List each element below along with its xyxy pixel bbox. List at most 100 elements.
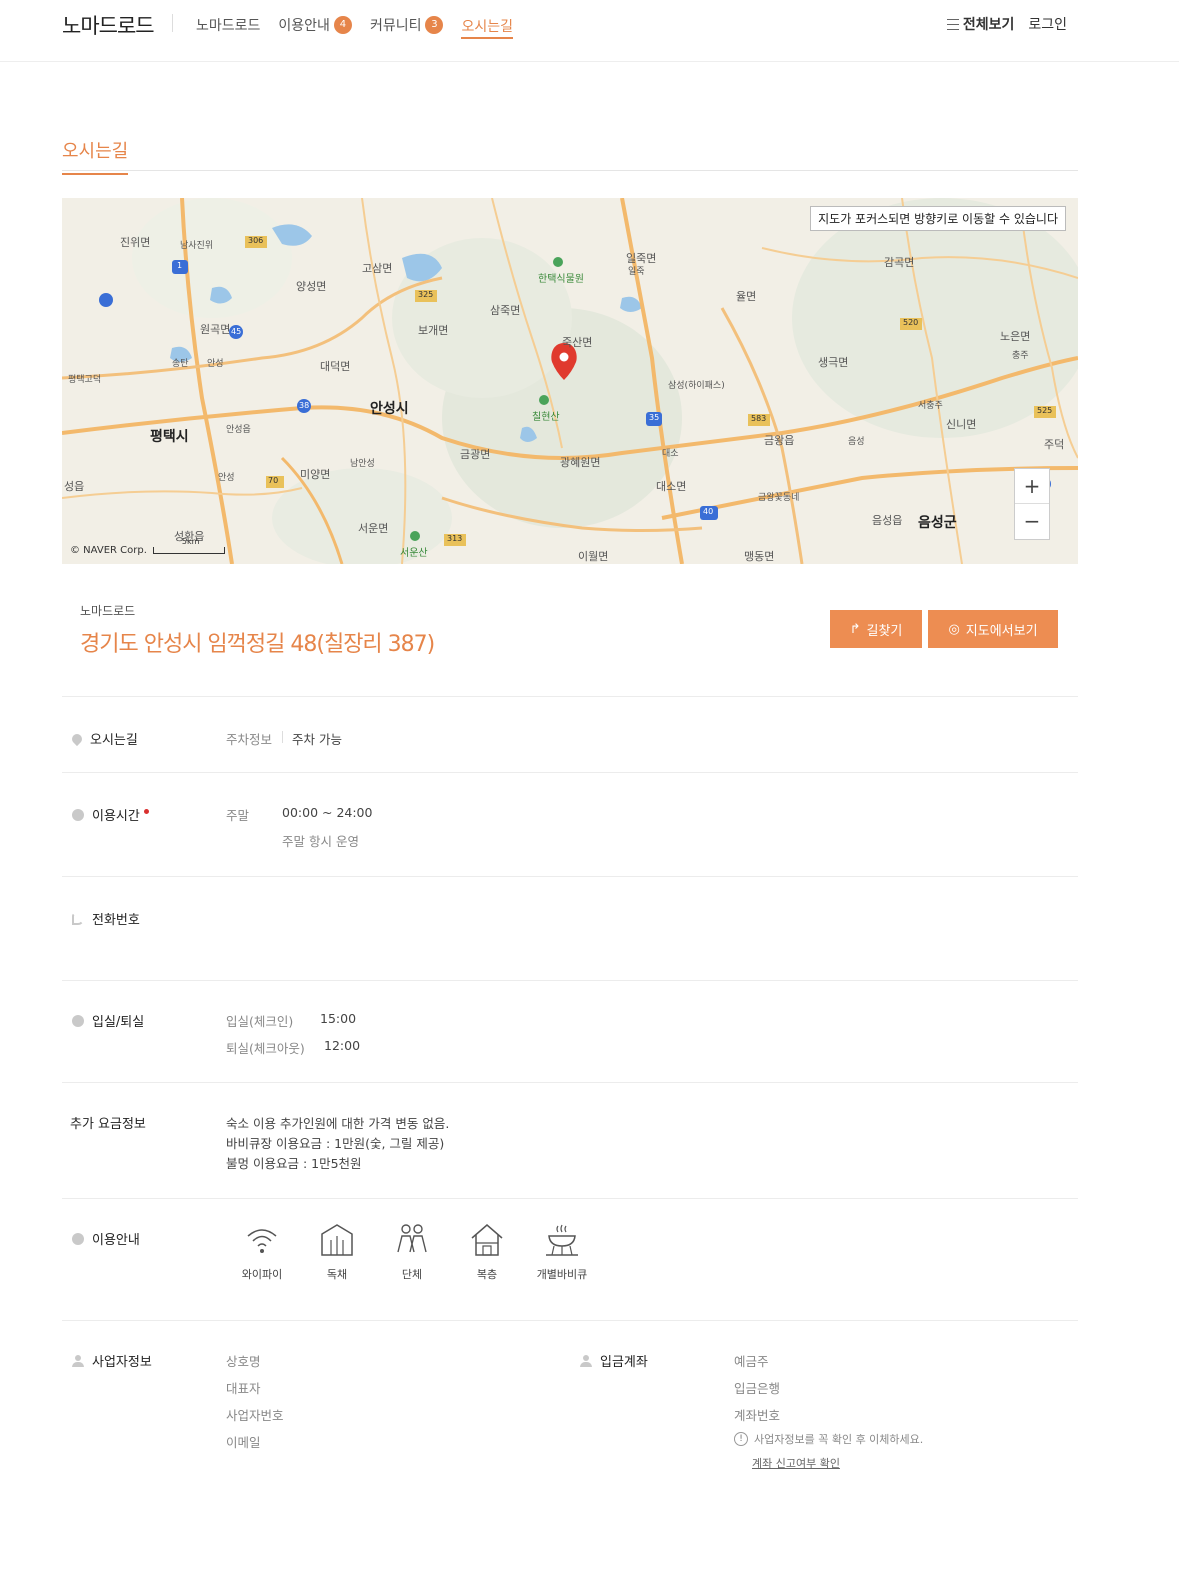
phone-icon (72, 912, 84, 925)
place-name: 노마드로드 (80, 604, 136, 618)
map-label: 율면 (736, 290, 757, 303)
map-label: 음성읍 (872, 514, 903, 527)
map-label: 금왕꽃동네 (758, 493, 800, 503)
map-label: 양성면 (296, 280, 327, 293)
map-city-label: 평택시 (150, 429, 189, 445)
row-label-text: 입금계좌 (600, 1355, 648, 1370)
map-city-label: 음성군 (918, 515, 957, 531)
facility-label: 복층 (476, 1268, 498, 1281)
facility-wifi: 와이파이 (225, 1222, 299, 1282)
map-view[interactable]: 진위면 남사진위 고삼면 양성면 원곡면 대덕면 안성시 평택시 안성 미양면 … (62, 198, 1078, 564)
route-number: 583 (751, 414, 767, 423)
map-label: 음성 (848, 437, 865, 447)
map-label: 죽산면 (562, 336, 593, 349)
business-key: 이메일 (226, 1435, 261, 1450)
row-label: 이용안내 (72, 1229, 140, 1248)
all-menu-button[interactable]: 전체보기 (946, 14, 1014, 34)
clock-icon (72, 1014, 84, 1027)
info-row-extra-fee: 추가 요금정보 숙소 이용 추가인원에 대한 가격 변동 없음. 바비큐장 이용… (62, 1082, 1078, 1198)
count-badge: 3 (425, 16, 444, 34)
naver-copyright: © NAVER Corp. (70, 545, 147, 556)
wifi-icon (247, 1229, 277, 1253)
main-nav: 노마드로드 이용안내 4 커뮤니티 3 오시는길 (196, 14, 513, 39)
facility-label: 와이파이 (241, 1268, 283, 1281)
header-utility: 전체보기 로그인 (946, 14, 1067, 34)
info-row-directions: 오시는길 주차정보 주차 가능 (62, 696, 1078, 772)
row-label-text: 이용시간 (92, 809, 140, 824)
account-key: 입금은행 (734, 1381, 781, 1396)
map-label: 원곡면 (200, 323, 231, 336)
route-button-label: 길찾기 (866, 623, 903, 639)
map-label: 미양면 (300, 468, 331, 481)
route-number: 525 (1037, 406, 1053, 415)
map-label: 고삼면 (362, 262, 393, 275)
divider (282, 731, 283, 743)
nav-item-nomadroad[interactable]: 노마드로드 (196, 14, 260, 36)
section-divider (62, 170, 1078, 171)
zoom-out-button[interactable]: − (1015, 504, 1049, 539)
zoom-in-button[interactable]: + (1015, 469, 1049, 504)
facility-label: 독채 (326, 1268, 348, 1281)
map-label: 안성 (207, 359, 224, 369)
map-label: 서운면 (358, 522, 389, 535)
route-number: 70 (268, 476, 279, 485)
row-label: 오시는길 (69, 729, 138, 748)
house-icon (321, 1224, 353, 1256)
account-key: 계좌번호 (734, 1408, 781, 1423)
route-number: 306 (248, 236, 264, 245)
scale-bar: 5km (152, 537, 225, 554)
zoom-control: + − (1014, 468, 1050, 540)
nav-item-community[interactable]: 커뮤니티 3 (370, 14, 444, 36)
map-label: 금왕읍 (764, 434, 795, 447)
map-label: 대소면 (656, 480, 687, 493)
view-on-map-label: 지도에서보기 (965, 623, 1038, 639)
account-verify-link[interactable]: 계좌 신고여부 확인 (752, 1455, 840, 1471)
user-icon (580, 1354, 592, 1367)
user-icon (72, 1354, 84, 1367)
parking-value: 주차 가능 (292, 732, 342, 747)
row-label-text: 전화번호 (92, 913, 140, 928)
info-row-checkinout: 입실/퇴실 입실(체크인) 15:00 퇴실(체크아웃) 12:00 (62, 980, 1078, 1082)
map-label: 대덕면 (320, 360, 351, 373)
nav-item-guide[interactable]: 이용안내 4 (278, 14, 352, 36)
map-poi-label: 칠현산 (532, 412, 560, 423)
login-link[interactable]: 로그인 (1028, 14, 1067, 34)
logo-divider (172, 14, 173, 32)
parking-key: 주차정보 (226, 732, 273, 747)
nav-item-directions[interactable]: 오시는길 (461, 14, 513, 39)
location-pin-icon (69, 731, 85, 746)
map-label: 삼성(하이패스) (668, 381, 725, 391)
hamburger-icon (946, 18, 959, 30)
info-row-hours: 이용시간 주말 00:00 ~ 24:00 주말 항시 운영 (62, 772, 1078, 876)
map-label: 광혜원면 (560, 456, 601, 469)
account-notice-text: 사업자정보를 꼭 확인 후 이체하세요. (754, 1433, 924, 1446)
row-label-text: 입실/퇴실 (92, 1015, 145, 1030)
route-button[interactable]: ↱ 길찾기 (830, 610, 922, 648)
checkout-value: 12:00 (324, 1038, 361, 1053)
map-label: 금광면 (460, 448, 491, 461)
map-keyboard-tip: 지도가 포커스되면 방향키로 이동할 수 있습니다 (810, 206, 1066, 231)
map-attribution: © NAVER Corp. 5km (70, 537, 225, 556)
hours-value: 00:00 ~ 24:00 (282, 805, 373, 820)
account-key: 예금주 (734, 1354, 769, 1369)
row-label-text: 사업자정보 (92, 1355, 152, 1370)
site-logo[interactable]: 노마드로드 (62, 10, 155, 40)
map-label: 대소 (662, 449, 679, 459)
nav-label: 이용안내 (278, 18, 330, 34)
row-label: 이용시간 (72, 805, 149, 824)
nav-label: 커뮤니티 (369, 18, 422, 34)
facility-label: 개별바비큐 (536, 1268, 588, 1281)
info-row-business: 사업자정보 상호명 대표자 사업자번호 이메일 입금계좌 예금주 입금은행 계좌… (62, 1320, 1078, 1490)
info-circle-icon: ! (734, 1432, 748, 1446)
facility-bbq: 개별바비큐 (525, 1222, 599, 1282)
info-row-phone: 전화번호 (62, 876, 1078, 980)
count-badge: 4 (333, 16, 352, 34)
map-poi-label: 한택식물원 (538, 274, 584, 285)
row-label-text: 이용안내 (92, 1233, 140, 1248)
facility-duplex: 복층 (450, 1222, 524, 1282)
row-label: 입금계좌 (580, 1351, 648, 1370)
row-label-text: 추가 요금정보 (70, 1117, 146, 1132)
map-label: 보개면 (418, 324, 449, 337)
view-on-map-button[interactable]: ◎ 지도에서보기 (928, 610, 1058, 648)
info-icon (72, 1232, 84, 1245)
